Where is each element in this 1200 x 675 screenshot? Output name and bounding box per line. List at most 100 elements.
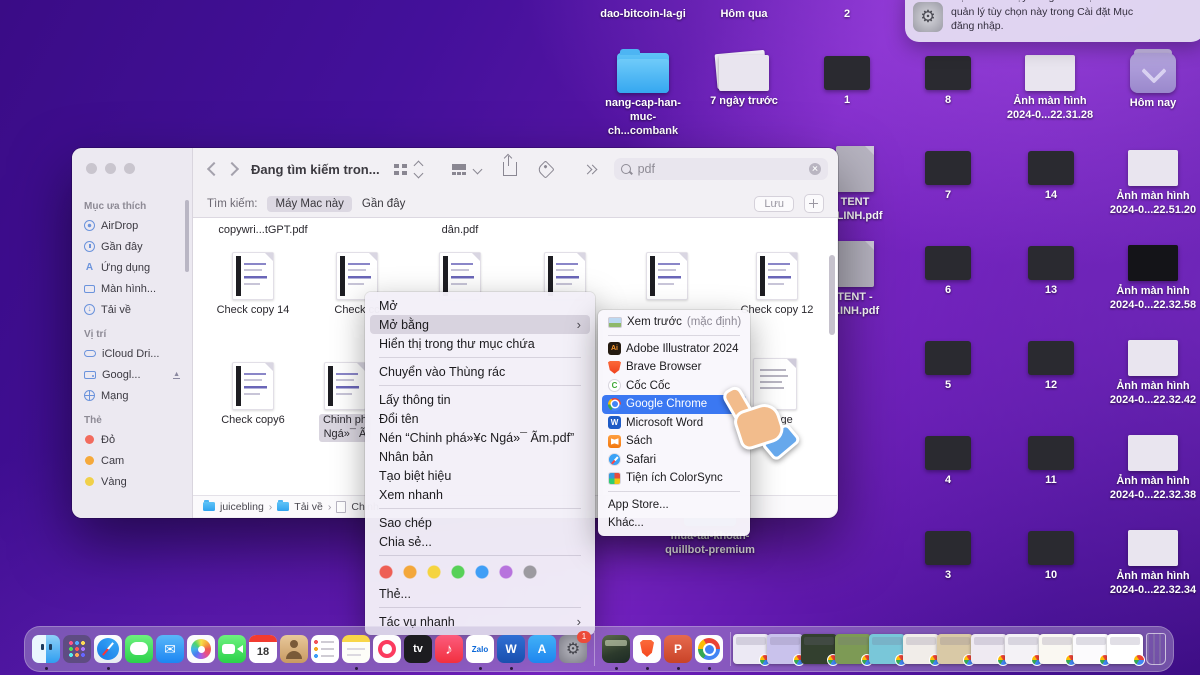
desktop-icon[interactable]: 6 — [900, 246, 996, 298]
scope-this-mac[interactable]: Máy Mac này — [267, 196, 351, 212]
sidebar-row[interactable]: AirDrop — [72, 215, 192, 236]
dock-item[interactable] — [187, 635, 215, 663]
desktop-icon[interactable]: 4 — [900, 436, 996, 488]
open-with-item[interactable]: App Store... — [602, 496, 746, 515]
desktop-icon[interactable]: 7 — [900, 151, 996, 203]
dock-item[interactable] — [633, 635, 661, 663]
breadcrumb-item[interactable]: juicebling — [203, 501, 264, 513]
dock-item[interactable] — [94, 635, 122, 663]
dock-item[interactable] — [1073, 634, 1109, 664]
dock-item[interactable]: W — [497, 635, 525, 663]
dock-item[interactable] — [32, 635, 60, 663]
desktop-icon[interactable]: Ảnh màn hình 2024-0...22.32.42 — [1105, 340, 1200, 408]
search-input[interactable] — [636, 161, 804, 177]
context-menu-item[interactable]: Nhân bản — [370, 447, 590, 466]
search-box[interactable] — [614, 158, 828, 180]
finder-file[interactable]: dân.pdf — [412, 220, 508, 238]
desktop-icon[interactable]: Ảnh màn hình 2024-0...22.32.38 — [1105, 435, 1200, 503]
chevron-down-icon[interactable] — [472, 164, 482, 174]
dock-item[interactable] — [1146, 633, 1166, 665]
icon-view-icon[interactable] — [394, 164, 407, 175]
desktop-icon[interactable]: 5 — [900, 341, 996, 393]
dock-item[interactable] — [937, 634, 973, 664]
context-menu-item[interactable]: Chia sẻ... — [370, 532, 590, 551]
desktop-icon[interactable]: 1 — [799, 56, 895, 108]
open-with-item[interactable]: Brave Browser — [602, 358, 746, 377]
context-menu-item[interactable]: Chuyển vào Thùng rác — [370, 362, 590, 381]
finder-file[interactable]: copywri...tGPT.pdf — [215, 220, 311, 238]
dock-item[interactable] — [280, 635, 308, 663]
open-with-item[interactable]: Tiện ích ColorSync — [602, 469, 746, 488]
sidebar-row[interactable]: Tải về — [72, 299, 192, 320]
context-menu-item[interactable] — [379, 551, 581, 560]
desktop-icon[interactable]: 14 — [1003, 151, 1099, 203]
dock-item[interactable] — [1107, 634, 1143, 664]
dock-item[interactable] — [971, 634, 1007, 664]
context-menu-item[interactable]: Lấy thông tin — [370, 390, 590, 409]
dock-item[interactable] — [218, 635, 246, 663]
sidebar-row[interactable]: iCloud Dri... — [72, 343, 192, 364]
context-menu-item[interactable]: Sao chép — [370, 513, 590, 532]
open-with-item[interactable] — [608, 488, 740, 496]
desktop-icon[interactable]: Hôm qua — [696, 4, 792, 22]
context-menu-item[interactable]: Tạo biệt hiệu — [370, 466, 590, 485]
desktop-icon[interactable]: 7 ngày trước — [696, 55, 792, 109]
dock-item[interactable] — [63, 635, 91, 663]
open-with-item[interactable]: Xem trước (mặc định) — [602, 313, 746, 332]
context-menu-item[interactable] — [379, 381, 581, 390]
dock-item[interactable]: A — [528, 635, 556, 663]
desktop-icon[interactable]: 10 — [1003, 531, 1099, 583]
desktop-icon[interactable]: Ảnh màn hình 2024-0...22.32.34 — [1105, 530, 1200, 598]
group-view-icon[interactable] — [452, 164, 466, 175]
sidebar-row[interactable]: Vị trí — [72, 320, 192, 343]
back-icon[interactable] — [207, 162, 221, 176]
context-menu-item[interactable]: Đổi tên — [370, 409, 590, 428]
dock-item[interactable] — [801, 634, 837, 664]
eject-icon[interactable]: ▲ — [173, 371, 180, 379]
dock-item[interactable] — [1005, 634, 1041, 664]
dock-item[interactable] — [125, 635, 153, 663]
finder-file[interactable]: Check copy 12 — [729, 252, 825, 318]
breadcrumb-item[interactable]: › Tải về — [269, 501, 323, 513]
desktop-icon[interactable]: 11 — [1003, 436, 1099, 488]
dock-item[interactable]: P — [664, 635, 692, 663]
context-menu-item[interactable]: Mở — [370, 296, 590, 315]
dock-item[interactable] — [695, 635, 723, 663]
dock-item[interactable] — [1039, 634, 1075, 664]
finder-file[interactable]: Check copy 14 — [205, 252, 301, 318]
context-menu-item[interactable]: Xem nhanh — [370, 485, 590, 504]
desktop-icon[interactable]: 13 — [1003, 246, 1099, 298]
sidebar-row[interactable]: Đỏ — [72, 429, 192, 450]
dock-item[interactable] — [311, 635, 339, 663]
desktop-icon[interactable]: Hôm nay — [1105, 53, 1200, 111]
desktop-icon[interactable]: Ảnh màn hình 2024-0...22.31.28 — [1002, 55, 1098, 123]
more-toolbar-icon[interactable] — [586, 166, 596, 173]
dock-item[interactable]: 18 — [249, 635, 277, 663]
context-menu-item[interactable]: Mở bằng › — [370, 315, 590, 334]
desktop-icon[interactable]: Ảnh màn hình 2024-0...22.51.20 — [1105, 150, 1200, 218]
sidebar-row[interactable]: Mục ưa thích — [72, 192, 192, 215]
sidebar-row[interactable]: Ứng dụng — [72, 257, 192, 278]
open-with-item[interactable]: Khác... — [602, 514, 746, 533]
zoom-button[interactable] — [124, 163, 135, 174]
sidebar-row[interactable]: Màn hình... — [72, 278, 192, 299]
close-button[interactable] — [86, 163, 97, 174]
desktop-icon[interactable]: dao-bitcoin-la-gi — [595, 4, 691, 22]
add-criteria-button[interactable] — [804, 194, 824, 213]
sidebar-scrollbar[interactable] — [185, 200, 189, 272]
context-menu-item[interactable]: Thẻ... — [370, 584, 590, 603]
desktop-icon[interactable]: nang-cap-han- muc-ch...combank — [595, 53, 691, 138]
context-menu-item[interactable] — [370, 560, 590, 584]
sidebar-row[interactable]: Gần đây — [72, 236, 192, 257]
context-menu-item[interactable] — [379, 504, 581, 513]
dock-item[interactable] — [767, 634, 803, 664]
dock-item[interactable]: Zalo — [466, 635, 494, 663]
finder-file[interactable] — [619, 252, 715, 300]
share-icon[interactable] — [503, 162, 517, 176]
desktop-icon[interactable]: Ảnh màn hình 2024-0...22.32.58 — [1105, 245, 1200, 313]
notification-banner[interactable]: ⚙ mục có thể chạy trong nền. Bạn có thể … — [905, 0, 1200, 42]
scope-recents[interactable]: Gần đây — [362, 198, 405, 210]
forward-icon[interactable] — [225, 162, 239, 176]
dock-item[interactable] — [594, 632, 595, 666]
sidebar-row[interactable]: Thẻ — [72, 406, 192, 429]
